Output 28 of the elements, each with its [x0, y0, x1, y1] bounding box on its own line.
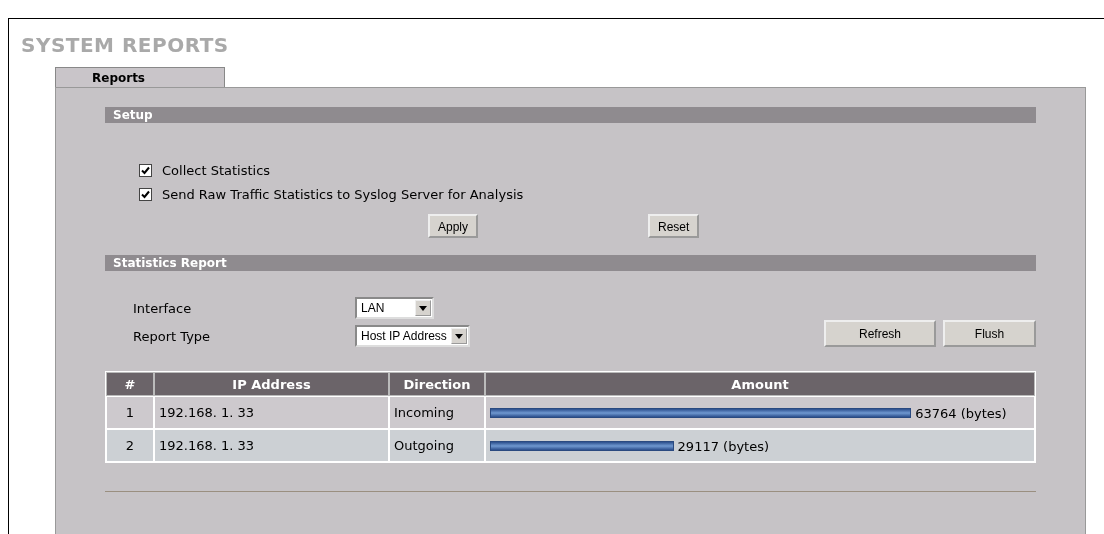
table-cell: Outgoing: [389, 429, 485, 462]
column-header: IP Address: [154, 372, 389, 396]
table-cell: 1: [106, 396, 154, 429]
field-label: Interface: [133, 300, 193, 316]
checkbox[interactable]: [139, 164, 152, 177]
table-cell: 192.168. 1. 33: [154, 396, 389, 429]
table-cell: Incoming: [389, 396, 485, 429]
action-button[interactable]: Reset: [648, 214, 700, 238]
column-header: #: [106, 372, 154, 396]
section-header: Setup: [105, 107, 1036, 123]
amount-value: 29117 (bytes): [677, 438, 770, 453]
field-label: Report Type: [133, 328, 212, 344]
table-cell: 2: [106, 429, 154, 462]
column-header: Amount: [485, 372, 1035, 396]
checkbox-label: Send Raw Traffic Statistics to Syslog Server for Analysis: [162, 187, 524, 202]
dropdown[interactable]: LAN: [355, 297, 434, 319]
page-title: SYSTEM REPORTS: [21, 33, 230, 59]
amount-value: 63764 (bytes): [915, 405, 1007, 420]
table-cell: 192.168. 1. 33: [154, 429, 389, 462]
action-button[interactable]: Refresh: [824, 320, 936, 347]
section-header: Statistics Report: [105, 255, 1036, 271]
checkbox-label: Collect Statistics: [162, 163, 271, 178]
checkbox[interactable]: [139, 188, 152, 201]
action-button[interactable]: Apply: [428, 214, 479, 238]
dropdown[interactable]: Host IP Address: [355, 325, 470, 347]
action-button[interactable]: Flush: [943, 320, 1036, 347]
column-header: Direction: [389, 372, 485, 396]
tab[interactable]: Reports: [55, 67, 225, 87]
